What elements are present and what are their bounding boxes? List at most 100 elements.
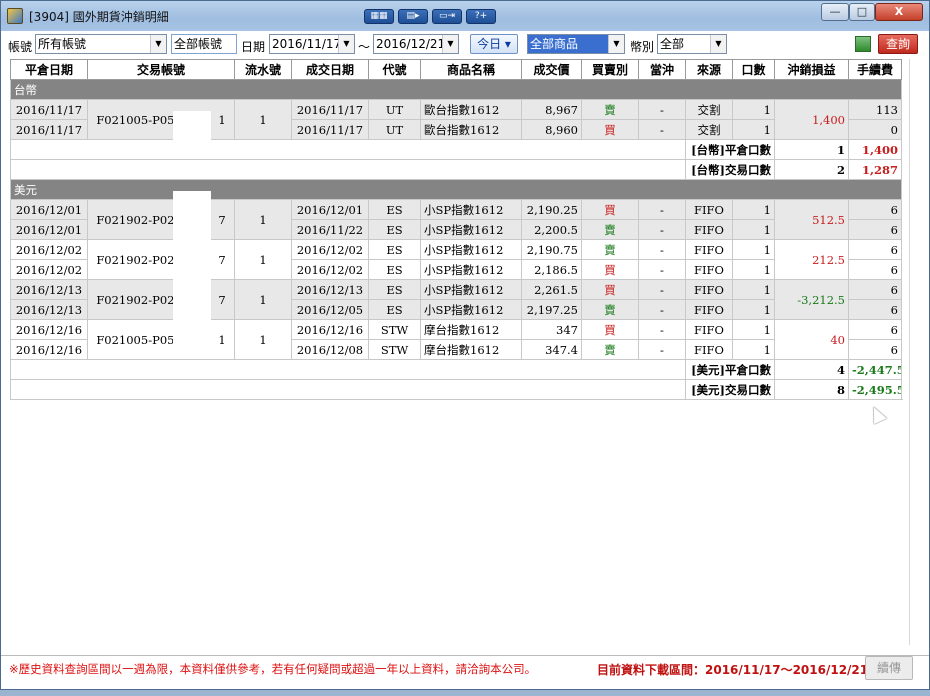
today-button[interactable]: 今日 ▾ [470,34,518,54]
trade-price: 8,960 [521,119,582,140]
column-header[interactable]: 沖銷損益 [774,59,849,80]
close-date: 2016/11/17 [10,119,88,140]
offset-pnl: 1,400 [774,99,849,140]
day-trade-flag: - [638,319,686,340]
table-row[interactable]: 2016/12/01 F021902-P02- 7 1 2016/12/01 ES 小SP指… [10,199,902,240]
summary-spacer [10,359,686,380]
summary-quantity: 2 [774,159,849,180]
currency-select[interactable]: 全部 ▼ [657,34,727,54]
product-select[interactable]: 全部商品 ▼ [527,34,625,54]
column-header[interactable]: 成交日期 [291,59,369,80]
trade-account: F021902-P02- 7 [87,239,235,280]
product-code: STW [368,339,421,360]
group-name: 台幣 [10,79,902,100]
column-header[interactable]: 買賣別 [581,59,639,80]
minimize-button[interactable]: — [821,3,849,21]
account-prefix: F021902-P02- [96,212,179,227]
app-window: [3904] 國外期貨沖銷明細 ▦▦ ▤▸ ▭⇥ ?+ — □ X 帳號 所有帳… [0,0,930,690]
offset-pnl: -3,212.5 [774,279,849,320]
day-trade-flag: - [638,119,686,140]
account-tail: 7 [218,252,226,267]
table-row[interactable]: 2016/12/16 F021005-P05- 1 1 2016/12/16 STW 摩台指… [10,319,902,360]
summary-row: [台幣]交易口數 2 1,287 [10,159,902,180]
account-label: 帳號 [8,40,33,54]
product-name: 小SP指數1612 [420,279,522,300]
trade-date: 2016/12/16 [291,319,369,340]
commission-fee: 6 [848,319,902,340]
app-icon [7,8,23,24]
commission-fee: 6 [848,219,902,240]
day-trade-flag: - [638,299,686,320]
day-trade-flag: - [638,219,686,240]
maximize-button[interactable]: □ [849,3,875,21]
buy-sell-side: 買 [581,199,639,220]
summary-label: [美元]交易口數 [685,379,775,400]
chevron-down-icon: ▼ [710,35,726,53]
quantity: 1 [732,199,775,220]
trade-account: F021902-P02- 7 [87,279,235,320]
query-button[interactable]: 查詢 [878,34,918,54]
table-row[interactable]: 2016/12/02 F021902-P02- 7 1 2016/12/02 ES 小SP指… [10,239,902,280]
buy-sell-side: 買 [581,119,639,140]
close-date: 2016/12/16 [10,339,88,360]
product-name: 摩台指數1612 [420,319,522,340]
date-range-tilde: ～ [358,40,371,54]
buy-sell-side: 賣 [581,219,639,240]
column-header[interactable]: 平倉日期 [10,59,88,80]
account-prefix: F021005-P05- [96,112,179,127]
summary-quantity: 8 [774,379,849,400]
column-header[interactable]: 成交價 [521,59,582,80]
product-name: 歐台指數1612 [420,99,522,120]
column-header[interactable]: 手續費 [848,59,902,80]
disclaimer-note: ※歷史資料查詢區間以一週為限，本資料僅供參考，若有任何疑問或超過一年以上資料，請… [9,662,537,676]
account-select[interactable]: 所有帳號 ▼ [35,34,167,54]
day-trade-flag: - [638,339,686,360]
date-to-picker[interactable]: 2016/12/21 ▼ [373,34,459,54]
column-header[interactable]: 代號 [368,59,421,80]
source: 交割 [685,119,733,140]
product-name: 歐台指數1612 [420,119,522,140]
table-row[interactable]: 2016/11/17 F021005-P05- 1 1 2016/11/17 UT 歐台指數… [10,99,902,140]
trade-price: 2,197.25 [521,299,582,320]
window-list-icon[interactable]: ▤▸ [398,9,428,24]
buy-sell-side: 買 [581,319,639,340]
close-date: 2016/12/13 [10,299,88,320]
summary-row: [美元]交易口數 8 -2,495.5 [10,379,902,400]
date-from-picker[interactable]: 2016/11/17 ▼ [269,34,355,54]
help-icon[interactable]: ?+ [466,9,496,24]
window-tile-icon[interactable]: ▦▦ [364,9,394,24]
trade-price: 2,190.25 [521,199,582,220]
account-name-field[interactable]: 全部帳號 [171,34,237,54]
quantity: 1 [732,119,775,140]
column-header[interactable]: 來源 [685,59,733,80]
quantity: 1 [732,319,775,340]
buy-sell-side: 買 [581,279,639,300]
buy-sell-side: 賣 [581,239,639,260]
table-row[interactable]: 2016/12/13 F021902-P02- 7 1 2016/12/13 ES 小SP指… [10,279,902,320]
chevron-down-icon: ▼ [338,35,354,53]
column-header[interactable]: 商品名稱 [420,59,522,80]
column-header[interactable]: 流水號 [234,59,292,80]
title-bar[interactable]: [3904] 國外期貨沖銷明細 ▦▦ ▤▸ ▭⇥ ?+ — □ X [1,1,929,31]
quantity: 1 [732,219,775,240]
commission-fee: 6 [848,299,902,320]
serial-number: 1 [234,239,292,280]
close-date: 2016/12/02 [10,259,88,280]
column-header[interactable]: 交易帳號 [87,59,235,80]
window-exit-icon[interactable]: ▭⇥ [432,9,462,24]
column-header[interactable]: 當沖 [638,59,686,80]
product-code: ES [368,199,421,220]
close-button[interactable]: X [875,3,923,21]
trade-price: 2,190.75 [521,239,582,260]
quantity: 1 [732,339,775,360]
quantity: 1 [732,259,775,280]
continue-button[interactable]: 續傳 [865,656,913,680]
excel-export-icon[interactable] [855,36,871,52]
quantity: 1 [732,239,775,260]
commission-fee: 6 [848,199,902,220]
product-code: UT [368,99,421,120]
column-header[interactable]: 口數 [732,59,775,80]
vertical-scrollbar[interactable] [909,59,927,645]
product-code: ES [368,279,421,300]
offset-pnl: 212.5 [774,239,849,280]
